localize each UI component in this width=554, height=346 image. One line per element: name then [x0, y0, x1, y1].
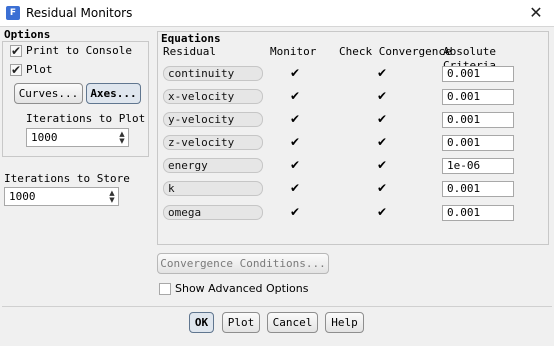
show-advanced-options-checkbox[interactable]: [159, 283, 171, 295]
help-button[interactable]: Help: [325, 312, 364, 333]
check-convergence-checkbox[interactable]: ✔: [376, 206, 388, 218]
check-convergence-header: Check Convergence: [339, 45, 452, 58]
window-title: Residual Monitors: [26, 6, 133, 20]
iterations-to-plot-label: Iterations to Plot: [26, 112, 146, 125]
absolute-criteria-input[interactable]: 0.001: [442, 112, 514, 128]
monitor-checkbox[interactable]: ✔: [289, 113, 301, 125]
monitor-checkbox[interactable]: ✔: [289, 136, 301, 148]
check-convergence-checkbox[interactable]: ✔: [376, 182, 388, 194]
iterations-to-plot-spinner[interactable]: 1000 ▲ ▼: [26, 128, 129, 147]
app-icon: F: [6, 6, 20, 20]
cancel-button[interactable]: Cancel: [267, 312, 318, 333]
monitor-checkbox[interactable]: ✔: [289, 159, 301, 171]
residual-name: omega: [163, 205, 263, 220]
ok-button[interactable]: OK: [189, 312, 214, 333]
monitor-checkbox[interactable]: ✔: [289, 90, 301, 102]
absolute-criteria-input[interactable]: 0.001: [442, 181, 514, 197]
iterations-to-store-spinner[interactable]: 1000 ▲ ▼: [4, 187, 119, 206]
check-convergence-checkbox[interactable]: ✔: [376, 136, 388, 148]
monitor-header: Monitor: [270, 45, 317, 58]
absolute-criteria-input[interactable]: 0.001: [442, 66, 514, 82]
monitor-checkbox[interactable]: ✔: [289, 206, 301, 218]
plot-button[interactable]: Plot: [222, 312, 260, 333]
absolute-criteria-input[interactable]: 0.001: [442, 205, 514, 221]
axes-button[interactable]: Axes...: [86, 83, 141, 104]
absolute-criteria-input[interactable]: 0.001: [442, 89, 514, 105]
residual-name: continuity: [163, 66, 263, 81]
check-convergence-checkbox[interactable]: ✔: [376, 90, 388, 102]
equations-title: Equations: [161, 32, 221, 45]
residual-name: z-velocity: [163, 135, 263, 150]
iterations-to-store-label: Iterations to Store: [4, 172, 130, 185]
residual-header: Residual: [163, 45, 216, 58]
residual-name: energy: [163, 158, 263, 173]
show-advanced-options-label: Show Advanced Options: [175, 282, 309, 295]
residual-name: k: [163, 181, 263, 196]
check-convergence-checkbox[interactable]: ✔: [376, 67, 388, 79]
monitor-checkbox[interactable]: ✔: [289, 182, 301, 194]
spin-down-icon[interactable]: ▼: [107, 196, 117, 204]
print-to-console-label: Print to Console: [26, 44, 132, 57]
footer-separator: [2, 306, 552, 307]
absolute-criteria-input[interactable]: 0.001: [442, 135, 514, 151]
spin-down-icon[interactable]: ▼: [117, 137, 127, 145]
plot-label: Plot: [26, 63, 53, 76]
residual-name: y-velocity: [163, 112, 263, 127]
check-convergence-checkbox[interactable]: ✔: [376, 113, 388, 125]
options-title: Options: [4, 28, 51, 41]
iterations-to-store-value: 1000: [9, 190, 36, 203]
close-icon[interactable]: ✕: [524, 2, 548, 24]
curves-button[interactable]: Curves...: [14, 83, 83, 104]
plot-checkbox[interactable]: ✔: [10, 64, 22, 76]
print-to-console-checkbox[interactable]: ✔: [10, 45, 22, 57]
residual-name: x-velocity: [163, 89, 263, 104]
iterations-to-plot-value: 1000: [31, 131, 58, 144]
monitor-checkbox[interactable]: ✔: [289, 67, 301, 79]
absolute-criteria-input[interactable]: 1e-06: [442, 158, 514, 174]
convergence-conditions-button[interactable]: Convergence Conditions...: [157, 253, 329, 274]
check-convergence-checkbox[interactable]: ✔: [376, 159, 388, 171]
